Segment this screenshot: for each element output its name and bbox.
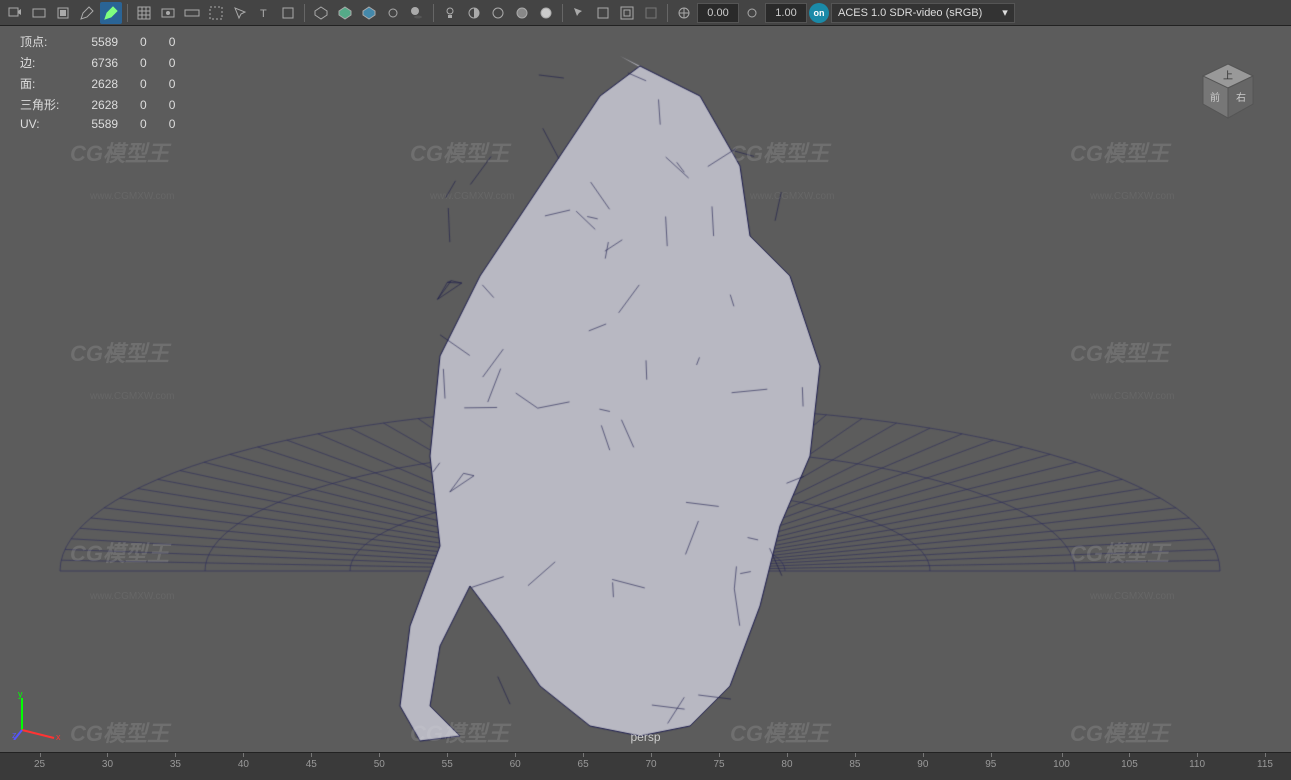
view-b-icon[interactable] (277, 2, 299, 24)
separator (667, 4, 668, 22)
timeline-tick: 85 (849, 759, 860, 770)
isolate-cursor-icon[interactable] (568, 2, 590, 24)
no-light-icon[interactable] (487, 2, 509, 24)
timeline-tick: 40 (238, 759, 249, 770)
stats-row: 面:262800 (10, 74, 185, 93)
chevron-down-icon: ▾ (1002, 6, 1008, 19)
timeline-tick: 60 (510, 759, 521, 770)
timeline-tick: 30 (102, 759, 113, 770)
timeline-tick: 50 (374, 759, 385, 770)
grid-icon[interactable] (133, 2, 155, 24)
stats-row: 三角形:262800 (10, 95, 185, 114)
main-toolbar: T 0.00 1.00 on ACES 1.0 SDR-video (sRGB)… (0, 0, 1291, 26)
gamma-icon[interactable] (741, 2, 763, 24)
model-canvas[interactable] (0, 26, 1291, 752)
timeline-tick: 100 (1053, 759, 1070, 770)
view-t-icon[interactable]: T (253, 2, 275, 24)
gamma-value[interactable]: 1.00 (765, 3, 807, 23)
flat-light-icon[interactable] (511, 2, 533, 24)
pencil-active-icon[interactable] (100, 2, 122, 24)
use-all-lights-icon[interactable] (382, 2, 404, 24)
colorspace-dropdown[interactable]: ACES 1.0 SDR-video (sRGB) ▾ (831, 3, 1015, 23)
timeline-tick: 80 (781, 759, 792, 770)
stats-row: UV:558900 (10, 116, 185, 132)
colorspace-label: ACES 1.0 SDR-video (sRGB) (838, 7, 982, 19)
timeline-tick: 110 (1189, 759, 1205, 770)
svg-text:z: z (12, 730, 17, 740)
timeline-tick: 35 (170, 759, 181, 770)
isolate-box-icon[interactable] (592, 2, 614, 24)
stats-row: 顶点:558900 (10, 32, 185, 51)
separator (562, 4, 563, 22)
timeline-tick: 65 (578, 759, 589, 770)
axis-gizmo[interactable]: y x z (12, 690, 62, 740)
timeline-track[interactable]: 25 30 35 40 45 50 55 60 65 70 75 80 85 90 95 100 105 110 1… (0, 753, 1291, 780)
timeline[interactable]: 25 30 35 40 45 50 55 60 65 70 75 80 85 90 95 100 105 110 1… (0, 752, 1291, 780)
timeline-tick: 25 (34, 759, 45, 770)
timeline-tick: 55 (442, 759, 453, 770)
timeline-tick: 45 (306, 759, 317, 770)
viewport[interactable]: 顶点:558900 边:673600 面:262800 三角形:262800 UV:55… (0, 26, 1291, 752)
safe-area-icon[interactable] (205, 2, 227, 24)
svg-text:上: 上 (1223, 70, 1233, 82)
xray-icon[interactable] (640, 2, 662, 24)
svg-text:T: T (260, 8, 267, 20)
stats-row: 边:673600 (10, 53, 185, 72)
poly-stats-hud: 顶点:558900 边:673600 面:262800 三角形:262800 UV:55… (8, 30, 187, 134)
timeline-tick: 70 (646, 759, 657, 770)
select-icon[interactable] (229, 2, 251, 24)
isolate-cage-icon[interactable] (616, 2, 638, 24)
svg-text:y: y (18, 690, 23, 699)
light-icon[interactable] (439, 2, 461, 24)
framerate-icon[interactable] (157, 2, 179, 24)
camera-label: persp (630, 730, 660, 744)
camera-bookmark-icon[interactable] (4, 2, 26, 24)
timeline-tick: 90 (917, 759, 928, 770)
svg-text:前: 前 (1210, 91, 1220, 104)
separator (433, 4, 434, 22)
gate-mask-icon[interactable] (52, 2, 74, 24)
two-sided-icon[interactable] (463, 2, 485, 24)
view-cube[interactable]: 上 前 右 (1193, 56, 1263, 126)
default-light-icon[interactable] (535, 2, 557, 24)
separator (304, 4, 305, 22)
resolution-gate-icon[interactable] (181, 2, 203, 24)
exposure-icon[interactable] (673, 2, 695, 24)
svg-text:x: x (56, 732, 61, 740)
exposure-value[interactable]: 0.00 (697, 3, 739, 23)
shadows-icon[interactable] (406, 2, 428, 24)
timeline-tick: 115 (1257, 759, 1273, 770)
timeline-tick: 95 (985, 759, 996, 770)
textured-icon[interactable] (358, 2, 380, 24)
separator (127, 4, 128, 22)
timeline-tick: 105 (1121, 759, 1138, 770)
smooth-shade-icon[interactable] (334, 2, 356, 24)
film-back-icon[interactable] (28, 2, 50, 24)
colorspace-on-toggle[interactable]: on (809, 3, 829, 23)
svg-text:右: 右 (1236, 91, 1246, 104)
wireframe-icon[interactable] (310, 2, 332, 24)
timeline-tick: 75 (713, 759, 724, 770)
pencil-icon[interactable] (76, 2, 98, 24)
